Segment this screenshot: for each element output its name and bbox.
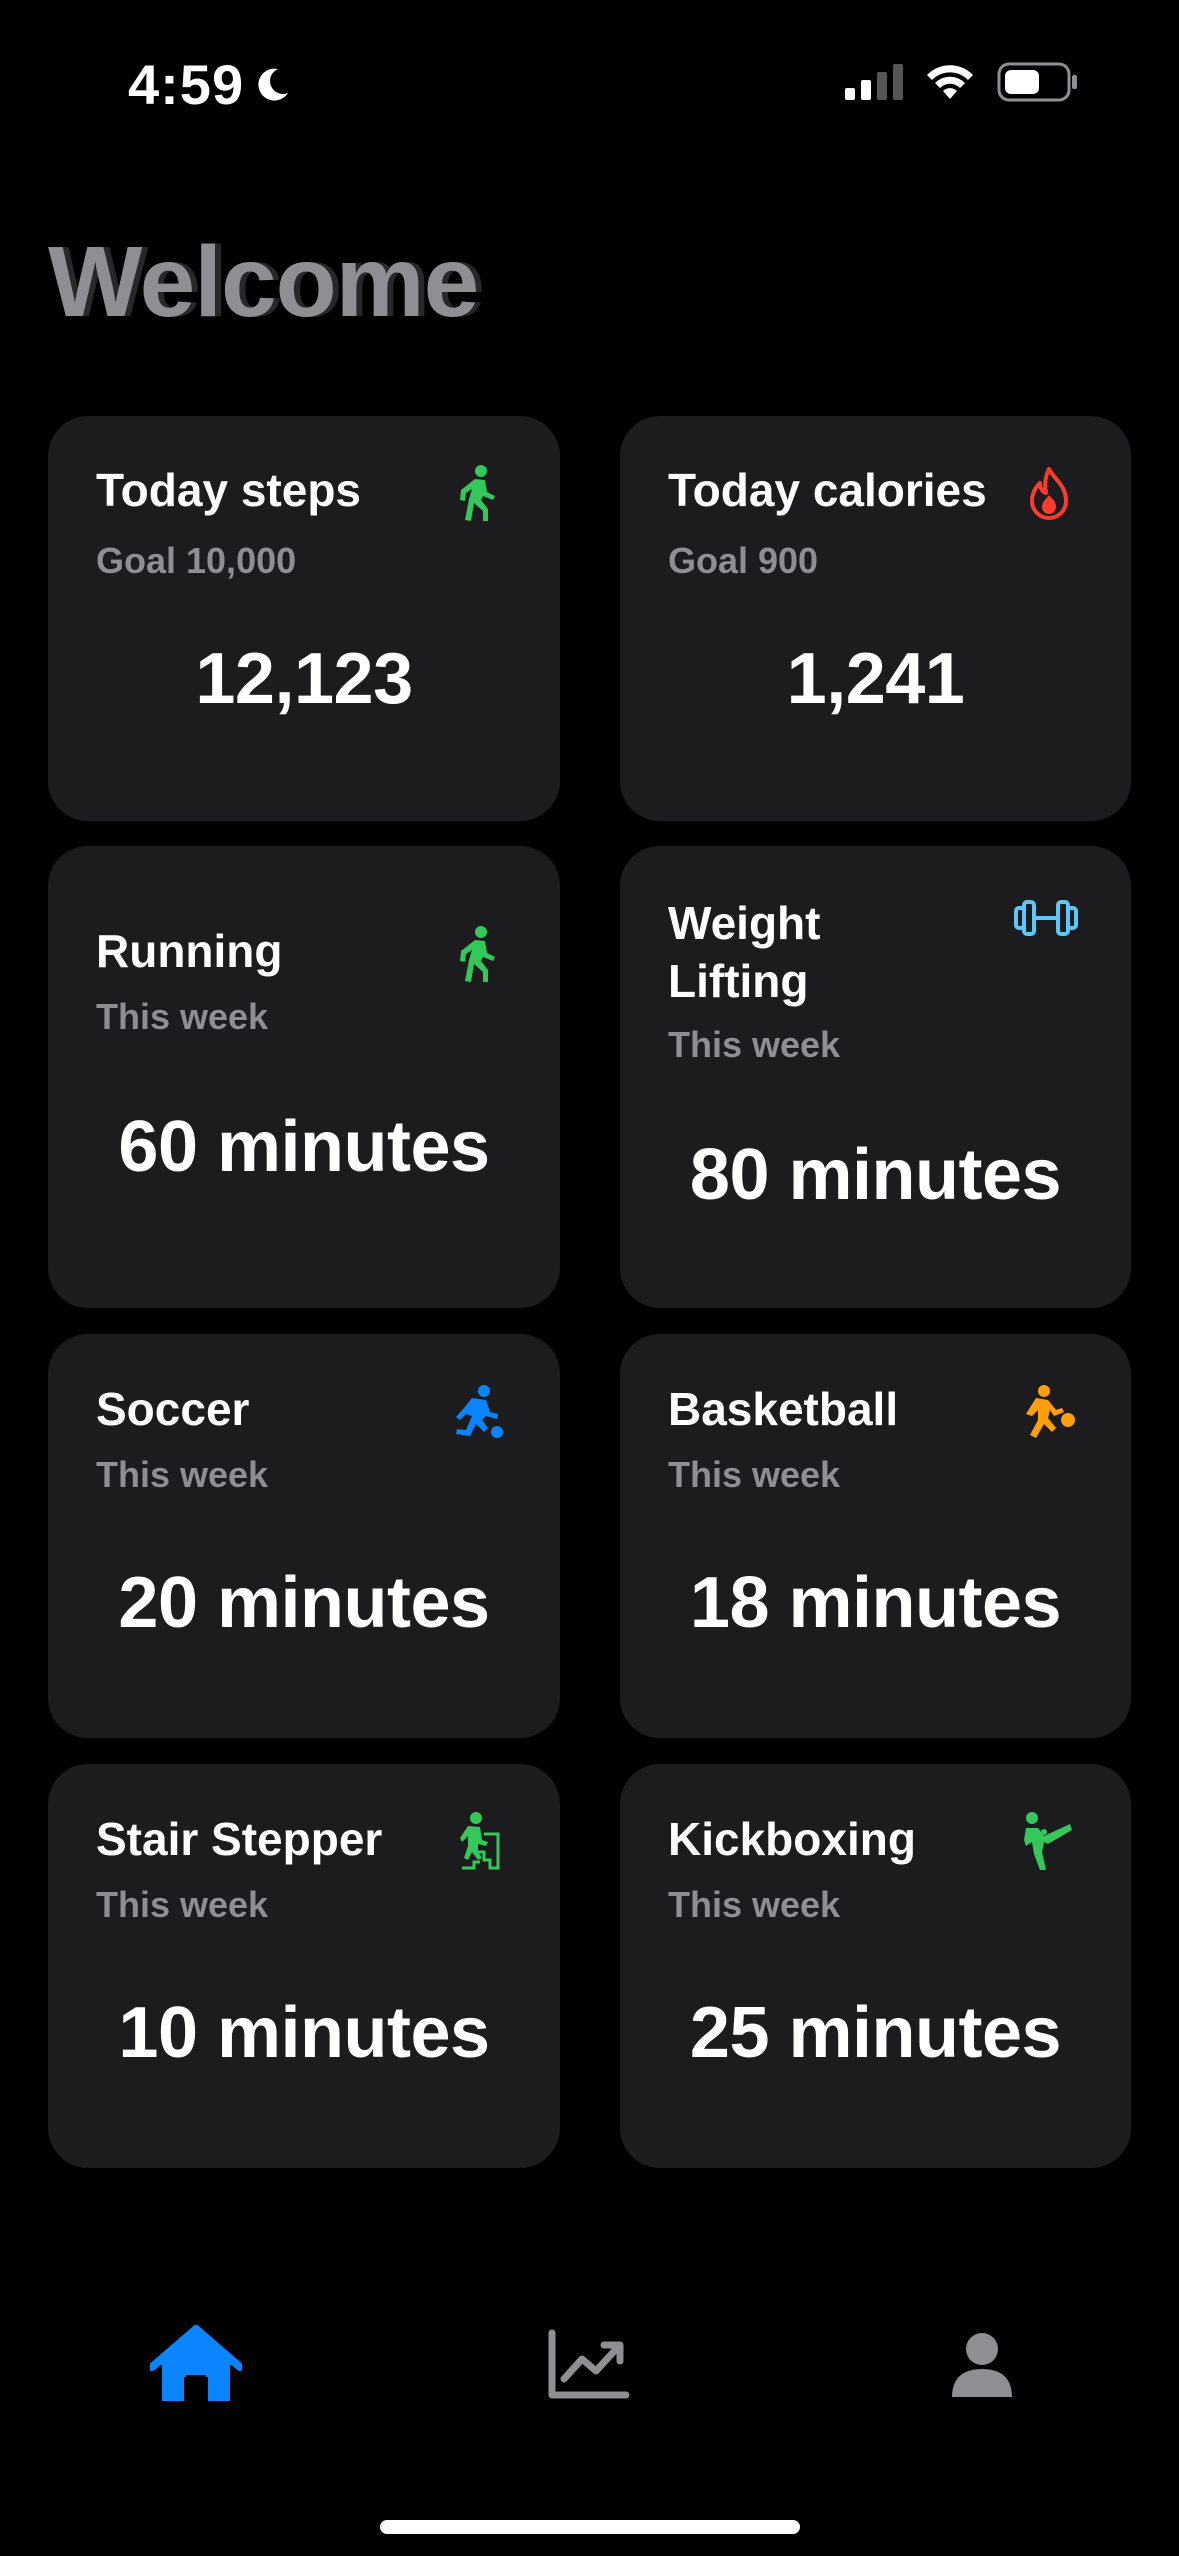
kickboxing-figure-icon (1017, 1810, 1081, 1874)
card-subtitle: This week (668, 1454, 841, 1495)
card-subtitle: This week (96, 1454, 269, 1495)
card-subtitle: Goal 10,000 (96, 540, 297, 581)
card-subtitle: This week (668, 1884, 841, 1925)
card-weight-lifting[interactable]: Weight Lifting This week 80 minutes (620, 846, 1131, 1308)
card-title: Basketball (668, 1383, 899, 1435)
card-today-steps[interactable]: Today steps Goal 10,000 12,123 (48, 416, 560, 821)
card-value: 18 minutes (689, 1563, 1062, 1643)
card-title: Today steps (96, 464, 361, 516)
status-icons (845, 62, 1079, 102)
card-value: 20 minutes (118, 1563, 490, 1643)
card-title: Kickboxing (668, 1813, 916, 1865)
welcome-header: Welcome Welcome (48, 225, 528, 345)
tab-profile[interactable] (932, 2315, 1032, 2415)
card-value: 60 minutes (118, 1107, 490, 1187)
time-label: 4:59 (128, 53, 245, 116)
status-time: 4:59 (128, 52, 292, 117)
house-icon (150, 2325, 242, 2401)
dumbbell-icon (1011, 886, 1081, 950)
moon-icon (258, 68, 289, 101)
walking-figure-icon (446, 461, 510, 525)
card-stair-stepper[interactable]: Stair Stepper This week 10 minutes (48, 1764, 560, 2168)
flame-icon (1017, 461, 1081, 525)
card-value: 12,123 (195, 639, 413, 719)
cellular-signal-icon (845, 64, 903, 100)
tab-stats[interactable] (538, 2315, 638, 2415)
chart-trend-icon (548, 2329, 630, 2399)
tab-home[interactable] (146, 2315, 246, 2415)
card-value: 1,241 (786, 639, 965, 719)
card-title: Today calories (668, 464, 987, 516)
page-title: Welcome (48, 226, 479, 338)
card-title: Stair Stepper (96, 1813, 383, 1865)
walking-figure-icon (446, 922, 510, 986)
card-value: 25 minutes (689, 1993, 1062, 2073)
basketball-figure-icon (1017, 1380, 1081, 1444)
battery-icon (997, 62, 1077, 102)
card-subtitle: This week (96, 996, 269, 1037)
card-basketball[interactable]: Basketball This week 18 minutes (620, 1334, 1131, 1738)
stair-stepper-figure-icon (446, 1810, 510, 1874)
card-value: 10 minutes (118, 1993, 490, 2073)
card-soccer[interactable]: Soccer This week 20 minutes (48, 1334, 560, 1738)
card-title: Soccer (96, 1383, 250, 1435)
card-running[interactable]: Running This week 60 minutes (48, 846, 560, 1308)
wifi-icon (927, 65, 973, 99)
card-value: 80 minutes (689, 1135, 1062, 1215)
home-indicator[interactable] (380, 2520, 800, 2534)
card-subtitle: This week (96, 1884, 269, 1925)
card-title: Weight Lifting (668, 897, 821, 1007)
card-title: Running (96, 925, 283, 977)
person-icon (952, 2333, 1012, 2397)
card-subtitle: Goal 900 (668, 540, 819, 581)
soccer-figure-icon (446, 1380, 510, 1444)
status-bar: 4:59 (0, 0, 1179, 170)
card-kickboxing[interactable]: Kickboxing This week 25 minutes (620, 1764, 1131, 2168)
card-subtitle: This week (668, 1024, 841, 1065)
card-today-calories[interactable]: Today calories Goal 900 1,241 (620, 416, 1131, 821)
